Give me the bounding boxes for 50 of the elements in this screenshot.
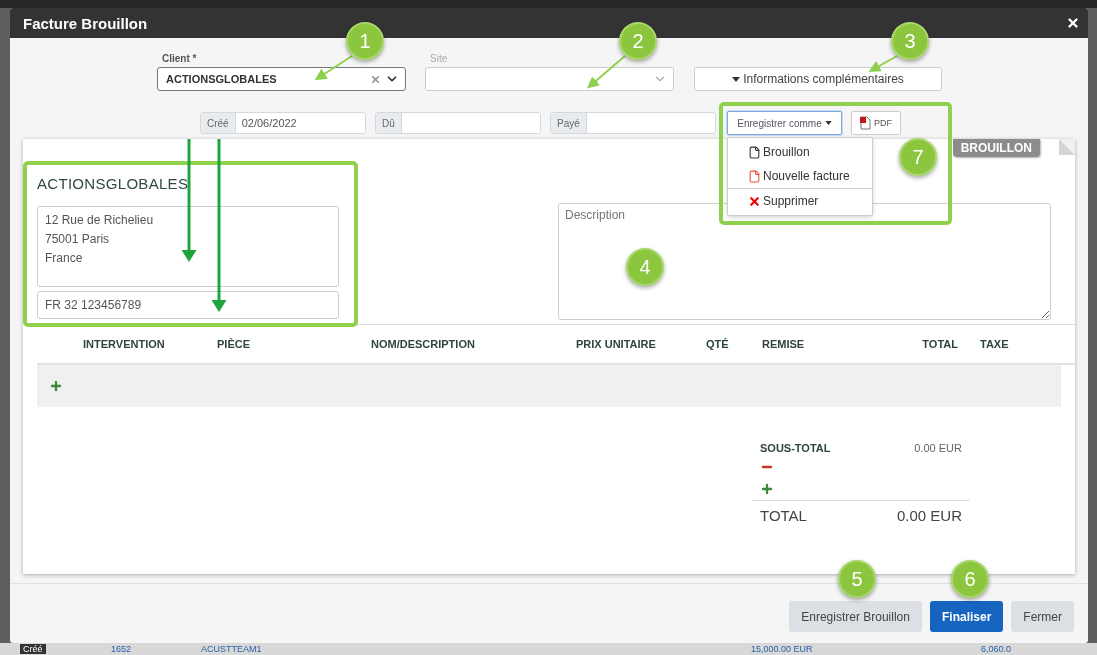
column-header: QTÉ — [706, 338, 730, 350]
total-value: 0.00 EUR — [896, 507, 962, 524]
caret-icon — [732, 76, 741, 82]
column-header: NOM/DESCRIPTION — [371, 338, 476, 350]
subtotal-value: 0.00 EUR — [914, 442, 962, 454]
address-field[interactable]: 12 Rue de Richelieu 75001 Paris France — [37, 206, 339, 287]
total-label: TOTAL — [760, 507, 807, 524]
arrow — [586, 55, 626, 89]
column-header: PIÈCE — [217, 338, 251, 350]
menu-item[interactable]: Nouvelle facture — [728, 164, 872, 188]
close-button[interactable] — [1066, 16, 1080, 30]
site-label: Site — [429, 53, 449, 64]
column-header: TAXE — [979, 338, 1010, 350]
pdf-file-icon — [860, 116, 871, 130]
customer-name: ACTIONSGLOBALES — [37, 175, 190, 192]
footer-button[interactable]: Enregistrer Brouillon — [789, 601, 922, 632]
clear-icon[interactable] — [370, 73, 381, 85]
date-field[interactable]: Créé 02/06/2022 — [200, 112, 366, 134]
footer-button[interactable]: Finaliser — [929, 601, 1004, 632]
folded-corner-icon — [1059, 139, 1075, 155]
add-line-button[interactable] — [49, 379, 63, 393]
client-label: Client * — [161, 53, 198, 64]
status-badge: BROUILLON — [952, 139, 1040, 157]
background-cell-text: ACUSTTEAM1 — [200, 644, 263, 654]
subtotal-label: SOUS-TOTAL — [760, 442, 831, 454]
add-charge-button[interactable] — [760, 482, 774, 496]
caret-icon — [824, 121, 832, 125]
client-select[interactable]: ACTIONSGLOBALES — [157, 67, 406, 91]
column-header: TOTAL — [921, 338, 958, 350]
vat-number-field[interactable]: FR 32 123456789 — [37, 291, 339, 319]
arrow — [868, 55, 898, 72]
menu-item[interactable]: Brouillon — [728, 140, 872, 164]
background-cell-text: 1652 — [110, 644, 133, 654]
save-as-dropdown-button[interactable]: Enregistrer comme — [727, 111, 842, 135]
more-info-button[interactable]: Informations complémentaires — [694, 67, 942, 91]
column-header: REMISE — [762, 338, 806, 350]
pdf-button[interactable]: PDF — [851, 111, 901, 135]
date-field[interactable]: Dû — [375, 112, 541, 134]
footer-button[interactable]: Fermer — [1011, 601, 1074, 632]
window-title: Facture Brouillon — [23, 14, 148, 32]
background-cell-text: 15,000.00 EUR — [750, 644, 814, 654]
column-header: INTERVENTION — [83, 338, 166, 350]
document-icon — [748, 169, 761, 183]
date-field[interactable]: Payé — [550, 112, 716, 134]
column-header: PRIX UNITAIRE — [576, 338, 657, 350]
background-cell: Créé — [20, 644, 46, 654]
document-icon — [748, 145, 761, 159]
cross-icon — [748, 194, 761, 208]
arrow — [314, 55, 353, 81]
background-cell-text: 6,060.0 — [980, 644, 1013, 654]
